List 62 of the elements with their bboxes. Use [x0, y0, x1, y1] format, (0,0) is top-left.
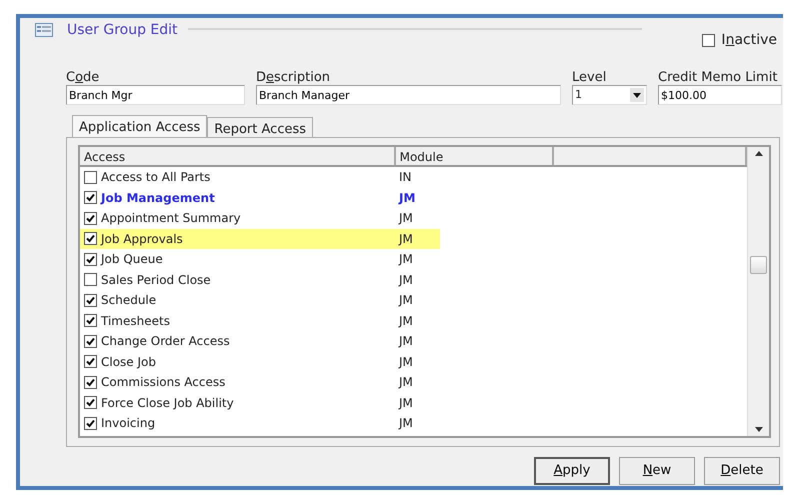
table-cell-text: Timesheets: [101, 312, 170, 330]
scrollbar[interactable]: [747, 147, 769, 436]
field-label: Level: [572, 70, 608, 85]
checkbox[interactable]: [84, 170, 97, 184]
checkbox[interactable]: [84, 376, 97, 389]
table-cell-text: JM: [399, 272, 413, 289]
table-cell-text: Invoicing: [101, 415, 156, 432]
table-cell-text: Access to All Parts: [101, 169, 210, 186]
checkbox[interactable]: [84, 252, 97, 266]
table-cell-text: JM: [399, 292, 413, 310]
scroll-up-icon[interactable]: [754, 151, 763, 156]
table-cell-text: JM: [399, 251, 413, 268]
table-cell-text: Change Order Access: [101, 333, 230, 350]
checkbox[interactable]: [84, 294, 97, 307]
input-field[interactable]: Branch Manager: [256, 85, 561, 105]
dropdown[interactable]: 1: [572, 85, 647, 105]
table-cell-text: Job Queue: [101, 251, 163, 268]
checkbox[interactable]: [84, 416, 97, 430]
column-header: Access: [80, 147, 396, 165]
table-cell-text: Close Job: [101, 354, 156, 371]
column-header: Module: [396, 147, 554, 165]
checkbox[interactable]: [84, 396, 97, 410]
checkbox[interactable]: [84, 212, 97, 225]
table-cell-text: JM: [399, 190, 416, 207]
table-cell-text: JM: [399, 354, 413, 371]
table-cell-text: JM: [399, 210, 413, 228]
checkbox[interactable]: [84, 334, 97, 348]
scroll-down-icon[interactable]: [754, 427, 763, 432]
field-label: Description: [256, 70, 332, 85]
table-cell-text: Appointment Summary: [101, 210, 241, 228]
tab[interactable]: Application Access: [72, 115, 208, 137]
input-field[interactable]: Branch Mgr: [66, 85, 245, 105]
table-cell-text: Sales Period Close: [101, 272, 211, 289]
input-field[interactable]: $100.00: [658, 85, 782, 105]
table-cell-text: Job Management: [101, 190, 215, 207]
checkbox[interactable]: [84, 191, 97, 204]
checkbox[interactable]: [84, 314, 97, 328]
table-cell-text: JM: [399, 230, 413, 248]
form-icon: [35, 20, 53, 38]
table-cell-text: JM: [399, 415, 413, 432]
scroll-thumb[interactable]: [750, 256, 768, 274]
table-cell-text: JM: [399, 394, 413, 412]
table-cell-text: JM: [399, 333, 413, 350]
field-label: Credit Memo Limit: [658, 70, 778, 85]
window-title: User Group Edit: [67, 21, 178, 40]
table-cell-text: JM: [399, 312, 413, 330]
table-cell-text: Force Close Job Ability: [101, 394, 234, 412]
checkbox[interactable]: [84, 355, 97, 368]
tab[interactable]: Report Access: [207, 117, 314, 137]
checkbox[interactable]: [84, 232, 97, 246]
button[interactable]: New: [619, 457, 695, 485]
checkbox[interactable]: [84, 273, 97, 286]
table-cell-text: Job Approvals: [101, 230, 183, 248]
field-label: Code: [66, 70, 100, 85]
button[interactable]: Apply: [534, 457, 610, 485]
table-cell-text: IN: [399, 169, 412, 186]
table-cell-text: JM: [399, 374, 413, 392]
checkbox-label: Inactive: [721, 31, 777, 50]
table-cell-text: Schedule: [101, 292, 156, 310]
table-cell-text: Commissions Access: [101, 374, 226, 392]
button[interactable]: Delete: [704, 457, 780, 485]
checkbox[interactable]: [702, 34, 716, 47]
